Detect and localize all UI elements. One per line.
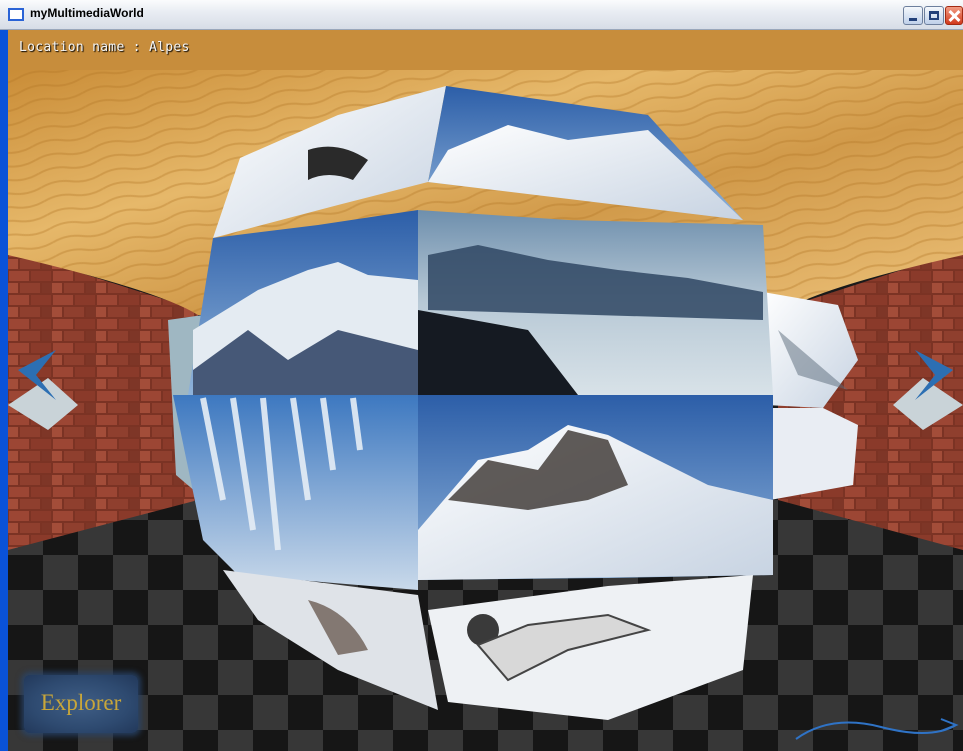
maximize-button[interactable] xyxy=(924,6,944,25)
explorer-label: Explorer xyxy=(40,690,122,715)
title-bar[interactable]: myMultimediaWorld xyxy=(0,0,963,30)
close-button[interactable] xyxy=(945,6,963,25)
window-title: myMultimediaWorld xyxy=(30,6,144,20)
explorer-button[interactable]: Explorer xyxy=(24,675,138,733)
minimize-button[interactable] xyxy=(903,6,923,25)
3d-scene-viewport[interactable]: Location name : Alpes Explorer xyxy=(8,30,963,751)
app-window: myMultimediaWorld Location name: Alpes … xyxy=(0,0,963,751)
scene-render xyxy=(8,30,963,751)
app-window-icon xyxy=(8,8,24,21)
location-name-label: Location name : Alpes xyxy=(19,40,190,55)
artemis-logo xyxy=(791,709,961,749)
